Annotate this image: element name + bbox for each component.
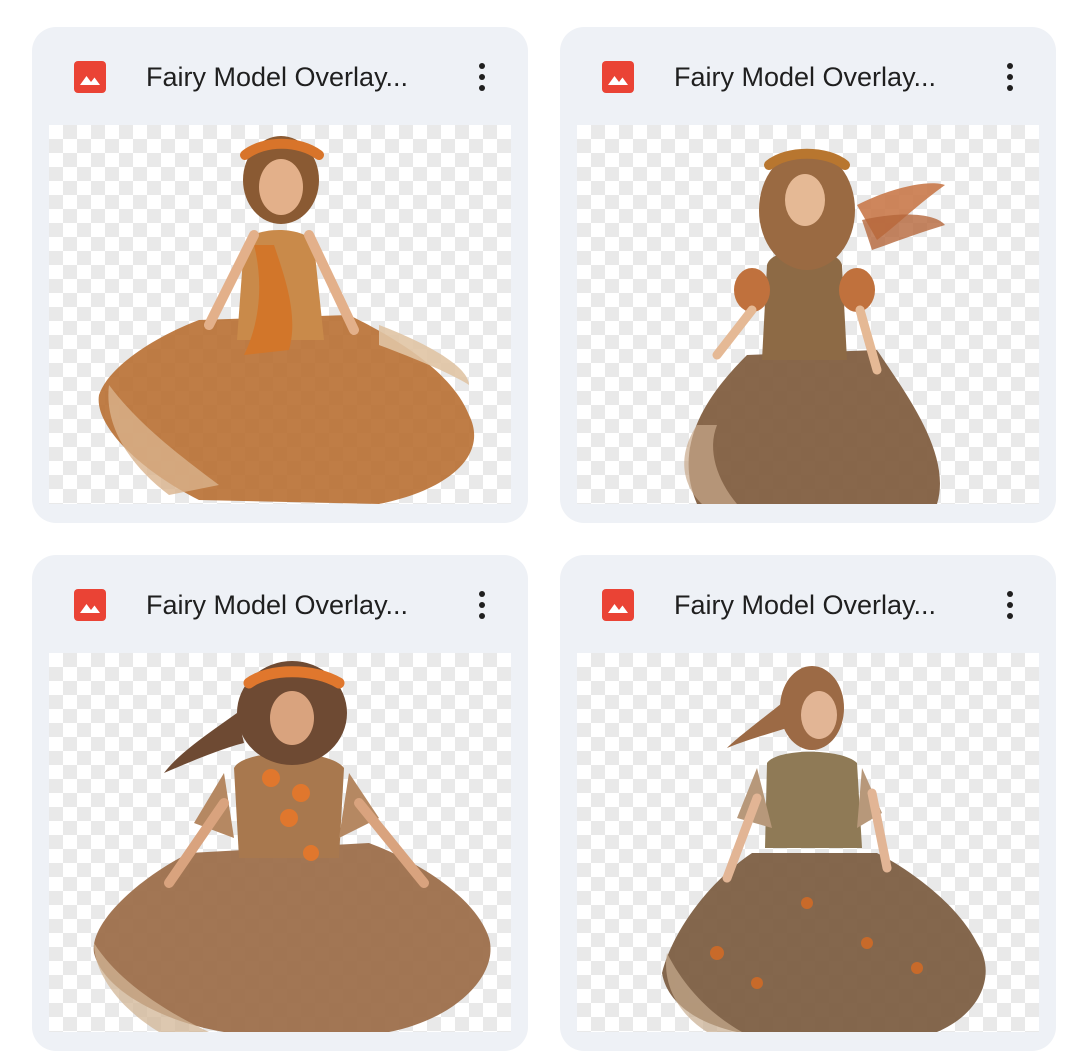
file-card[interactable]: Fairy Model Overlay...	[32, 555, 528, 1051]
file-card[interactable]: Fairy Model Overlay...	[560, 555, 1056, 1051]
file-card[interactable]: Fairy Model Overlay...	[32, 27, 528, 523]
image-file-icon	[74, 61, 106, 93]
more-vert-icon[interactable]	[464, 585, 500, 625]
fairy-figure-image	[662, 666, 986, 1032]
fairy-figure-image	[684, 148, 945, 504]
file-card-header: Fairy Model Overlay...	[32, 555, 528, 653]
file-grid: Fairy Model Overlay... Fairy Model Overl…	[0, 0, 1074, 1062]
image-file-icon	[602, 61, 634, 93]
file-title[interactable]: Fairy Model Overlay...	[146, 61, 446, 93]
file-title[interactable]: Fairy Model Overlay...	[674, 61, 974, 93]
file-title[interactable]: Fairy Model Overlay...	[674, 589, 974, 621]
fairy-figure-image	[98, 136, 475, 504]
image-thumbnail[interactable]	[577, 653, 1039, 1032]
fairy-figure-image	[93, 661, 491, 1032]
file-card-header: Fairy Model Overlay...	[560, 27, 1056, 125]
image-file-icon	[74, 589, 106, 621]
image-file-icon	[602, 589, 634, 621]
more-vert-icon[interactable]	[464, 57, 500, 97]
file-card-header: Fairy Model Overlay...	[32, 27, 528, 125]
image-thumbnail[interactable]	[49, 125, 511, 504]
image-thumbnail[interactable]	[577, 125, 1039, 504]
file-title[interactable]: Fairy Model Overlay...	[146, 589, 446, 621]
image-thumbnail[interactable]	[49, 653, 511, 1032]
file-card-header: Fairy Model Overlay...	[560, 555, 1056, 653]
more-vert-icon[interactable]	[992, 57, 1028, 97]
more-vert-icon[interactable]	[992, 585, 1028, 625]
file-card[interactable]: Fairy Model Overlay...	[560, 27, 1056, 523]
